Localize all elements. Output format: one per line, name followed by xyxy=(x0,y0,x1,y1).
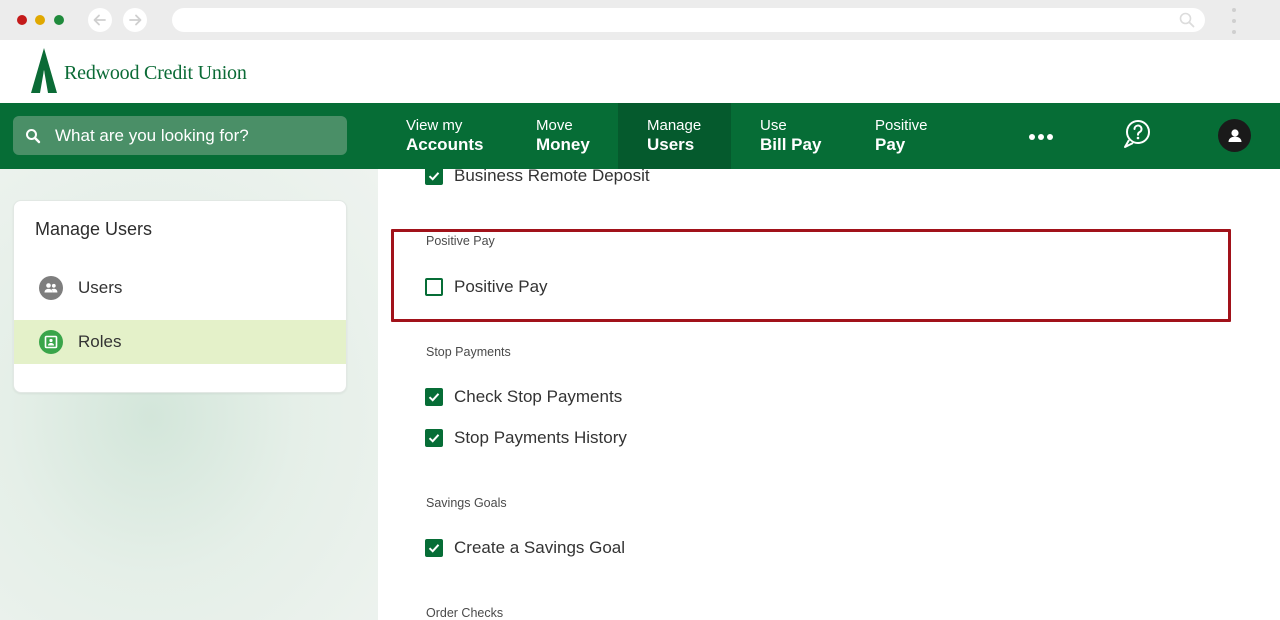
arrow-right-icon xyxy=(129,14,142,26)
nav-label-line2: Accounts xyxy=(406,135,484,154)
nav-label-line2: Money xyxy=(536,135,590,154)
browser-back-button[interactable] xyxy=(88,8,112,32)
checkbox-checked[interactable] xyxy=(425,429,443,447)
nav-label-line1: Manage xyxy=(647,117,702,134)
highlight-box xyxy=(391,229,1231,322)
site-search-input[interactable]: What are you looking for? xyxy=(13,116,347,155)
permission-row[interactable]: Stop Payments History xyxy=(425,428,627,448)
nav-label-line2: Bill Pay xyxy=(760,135,822,154)
browser-menu-icon[interactable] xyxy=(1228,8,1240,34)
permission-row[interactable]: Check Stop Payments xyxy=(425,387,622,407)
section-heading-stop-payments: Stop Payments xyxy=(426,345,511,359)
browser-forward-button[interactable] xyxy=(123,8,147,32)
nav-label-line2: Users xyxy=(647,135,695,154)
users-icon xyxy=(39,276,63,300)
nav-manage-users[interactable]: Manage Users xyxy=(618,103,731,169)
checkbox-checked[interactable] xyxy=(425,539,443,557)
brand-name: Redwood Credit Union xyxy=(64,61,247,84)
permission-label: Create a Savings Goal xyxy=(454,538,626,557)
permission-label: Business Remote Deposit xyxy=(454,166,650,185)
permission-label: Check Stop Payments xyxy=(454,387,623,406)
permission-label: Stop Payments History xyxy=(454,428,627,447)
section-heading-savings-goals: Savings Goals xyxy=(426,496,507,510)
sidebar-item-label: Roles xyxy=(78,332,122,351)
browser-chrome xyxy=(0,0,1280,40)
section-heading-order-checks: Order Checks xyxy=(426,606,504,620)
nav-positive-pay[interactable]: Positive Pay xyxy=(875,103,928,169)
nav-label-line1: Positive xyxy=(875,117,928,134)
search-icon xyxy=(25,128,41,144)
help-chat-icon[interactable] xyxy=(1122,118,1152,155)
nav-move-money[interactable]: Move Money xyxy=(536,103,590,169)
sidebar-item-label: Users xyxy=(78,278,123,297)
more-menu-icon[interactable] xyxy=(1026,127,1056,147)
nav-label-line1: Move xyxy=(536,117,573,134)
nav-view-my-accounts[interactable]: View my Accounts xyxy=(406,103,483,169)
checkbox-checked[interactable] xyxy=(425,388,443,406)
roles-icon xyxy=(39,330,63,354)
address-bar[interactable] xyxy=(172,8,1205,32)
manage-users-sidebar: Manage Users Users Roles xyxy=(13,200,347,393)
sidebar-title: Manage Users xyxy=(35,219,153,239)
nav-label-line2: Pay xyxy=(875,135,906,154)
account-avatar-icon[interactable] xyxy=(1218,119,1251,152)
nav-label-line1: Use xyxy=(760,117,787,134)
permission-row[interactable]: Business Remote Deposit xyxy=(425,166,650,186)
tree-logo-icon xyxy=(31,48,57,93)
main-navigation: What are you looking for? View my Accoun… xyxy=(0,103,1280,169)
sidebar-item-users[interactable]: Users xyxy=(14,266,346,310)
brand-header: Redwood Credit Union xyxy=(0,40,1280,103)
window-minimize-dot[interactable] xyxy=(35,15,45,25)
redwood-logo[interactable]: Redwood Credit Union xyxy=(30,48,247,94)
nav-use-bill-pay[interactable]: Use Bill Pay xyxy=(760,103,821,169)
sidebar-item-roles[interactable]: Roles xyxy=(14,320,346,364)
arrow-left-icon xyxy=(93,14,106,26)
window-maximize-dot[interactable] xyxy=(54,15,64,25)
search-icon xyxy=(1179,12,1195,33)
permission-row[interactable]: Create a Savings Goal xyxy=(425,538,625,558)
checkbox-checked[interactable] xyxy=(425,167,443,185)
window-close-dot[interactable] xyxy=(17,15,27,25)
nav-label-line1: View my xyxy=(406,117,463,134)
search-placeholder: What are you looking for? xyxy=(55,125,249,145)
